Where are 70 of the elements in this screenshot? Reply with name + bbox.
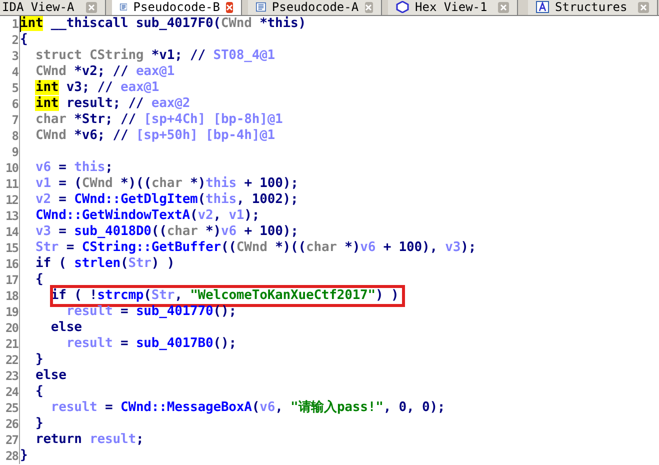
- code-line: int result; // eax@2: [34, 96, 190, 112]
- document-icon: [256, 1, 266, 13]
- code-line: }: [34, 352, 44, 368]
- code-line: v1 = (CWnd *)((char *)this + 100);: [34, 176, 298, 192]
- code-line: v3 = sub_4018D0((char *)v6 + 100);: [34, 224, 298, 240]
- text-cursor: [20, 16, 21, 32]
- line-number: 16: [4, 256, 19, 272]
- code-line: }: [20, 448, 28, 464]
- code-line: {: [20, 32, 28, 48]
- close-icon[interactable]: [498, 2, 509, 12]
- code-line: result = sub_401770();: [65, 304, 236, 320]
- code-line: int __thiscall sub_4017F0(CWnd *this): [20, 16, 306, 32]
- code-line: else: [50, 320, 82, 336]
- line-number: 13: [4, 208, 19, 224]
- line-number: 12: [4, 192, 19, 208]
- line-number: 3: [10, 48, 19, 64]
- close-icon[interactable]: [638, 2, 649, 12]
- code-line: CWnd *v6; // [sp+50h] [bp-4h]@1: [34, 128, 276, 144]
- line-number: 11: [4, 176, 19, 192]
- code-line: if ( strlen(Str) ): [34, 256, 175, 272]
- line-number: 8: [10, 128, 19, 144]
- code-line: else: [34, 368, 66, 384]
- line-number: 24: [4, 384, 19, 400]
- line-number: 10: [4, 160, 19, 176]
- line-number: 21: [4, 336, 19, 352]
- code-line: int v3; // eax@1: [34, 80, 160, 96]
- line-number: 6: [10, 96, 19, 112]
- line-number: 1: [10, 16, 19, 32]
- line-number: 18: [4, 288, 19, 304]
- line-number: 14: [4, 224, 19, 240]
- code-line: v2 = CWnd::GetDlgItem(this, 1002);: [34, 192, 298, 208]
- document-icon: [120, 1, 128, 13]
- code-line: }: [34, 416, 44, 432]
- letter-icon: [536, 1, 549, 13]
- code-line: return result;: [34, 432, 144, 448]
- line-number: 22: [4, 352, 19, 368]
- close-icon[interactable]: [364, 2, 373, 12]
- line-number: 20: [4, 320, 19, 336]
- code-line: CWnd::GetWindowTextA(v2, v1);: [34, 208, 260, 224]
- tab[interactable]: Structures: [528, 0, 658, 15]
- code-line: {: [34, 384, 44, 400]
- code-line: if ( !strcmp(Str, "WelcomeToKanXueCtf2017") ): [50, 288, 399, 304]
- line-number: 4: [10, 64, 19, 80]
- line-number: 26: [4, 416, 19, 432]
- line-number: 9: [10, 144, 19, 160]
- code-line: v6 = this;: [34, 160, 113, 176]
- tab[interactable]: Pseudocode-A: [248, 0, 382, 15]
- close-icon[interactable]: [226, 2, 233, 12]
- line-number: 28: [4, 448, 19, 464]
- code-line: {: [34, 272, 44, 288]
- tab[interactable]: Hex View-1: [388, 0, 518, 15]
- code-line: result = CWnd::MessageBoxA(v6, "请输入pass!", 0, 0);: [50, 400, 446, 416]
- line-number: 23: [4, 368, 19, 384]
- code-line: Str = CString::GetBuffer((CWnd *)((char *)v6 + 100), v3);: [34, 240, 476, 256]
- close-icon[interactable]: [86, 2, 97, 12]
- line-number: 27: [4, 432, 19, 448]
- code-line: result = sub_4017B0();: [65, 336, 236, 352]
- code-line: CWnd *v2; // eax@1: [34, 64, 175, 80]
- line-number: 5: [10, 80, 19, 96]
- line-number: 2: [10, 32, 19, 48]
- line-number: 17: [4, 272, 19, 288]
- tab[interactable]: IDA View-A: [0, 0, 106, 15]
- line-number: 19: [4, 304, 19, 320]
- tab[interactable]: Pseudocode-B: [112, 0, 242, 15]
- line-number: 7: [10, 112, 19, 128]
- line-number: 25: [4, 400, 19, 416]
- line-number: 15: [4, 240, 19, 256]
- code-line: struct CString *v1; // ST08_4@1: [34, 48, 276, 64]
- code-line: char *Str; // [sp+4Ch] [bp-8h]@1: [34, 112, 283, 128]
- hexagon-icon: [396, 1, 409, 13]
